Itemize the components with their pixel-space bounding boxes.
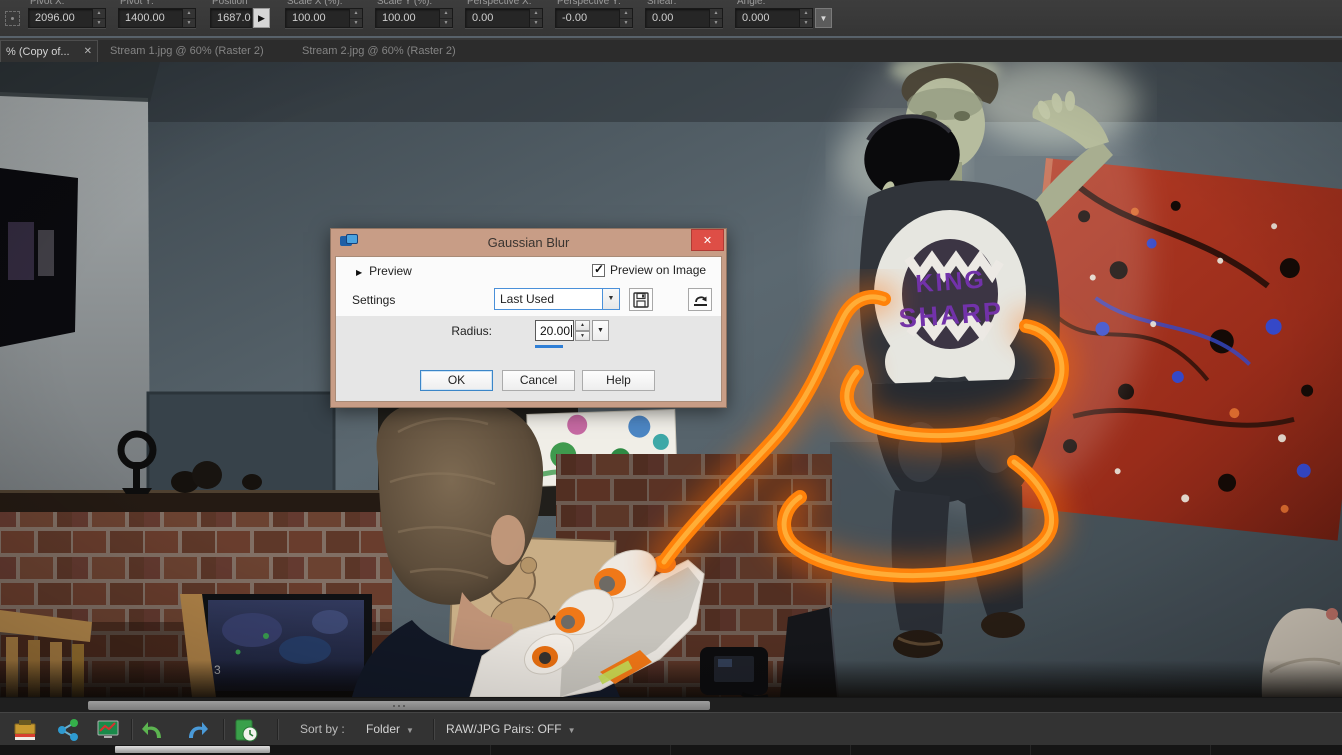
perspective-y-input[interactable]: -0.00 ▲▼ (555, 8, 633, 28)
print-layout-icon[interactable] (12, 717, 38, 743)
scale-x-input[interactable]: 100.00 ▲▼ (285, 8, 363, 28)
sort-by-label: Sort by : (300, 722, 345, 736)
sort-by-dropdown[interactable]: Folder▼ (366, 722, 414, 736)
tab-active-copy-of[interactable]: % (Copy of... ✕ (0, 40, 98, 62)
tab-close-icon[interactable]: ✕ (84, 46, 92, 57)
dialog-close-button[interactable]: ✕ (691, 229, 724, 251)
spinner-icon[interactable]: ▲▼ (709, 9, 722, 27)
chevron-down-icon: ▼ (568, 726, 576, 735)
pivot-y-input[interactable]: 1400.00 ▲▼ (118, 8, 196, 28)
position-field: Position 1687.0 ▶ (210, 0, 272, 38)
document-tabbar: % (Copy of... ✕ Stream 1.jpg @ 60% (Rast… (0, 40, 1342, 62)
perspective-x-field: Perspective X: 0.00 ▲▼ (465, 0, 543, 38)
radius-label: Radius: (416, 324, 492, 338)
spinner-icon[interactable]: ▲▼ (529, 9, 542, 27)
radius-slider-dropdown[interactable]: ▼ (592, 320, 609, 341)
raw-jpg-pairs-dropdown[interactable]: RAW/JPG Pairs: OFF▼ (446, 722, 575, 736)
status-scroll-thumb[interactable] (115, 746, 270, 753)
cancel-button[interactable]: Cancel (502, 370, 575, 391)
save-preset-button[interactable] (629, 288, 653, 311)
paintshop-app: Pivot X: 2096.00 ▲▼ Pivot Y: 1400.00 ▲▼ … (0, 0, 1342, 755)
perspective-y-field: Perspective Y: -0.00 ▲▼ (555, 0, 633, 38)
pivot-x-field: Pivot X: 2096.00 ▲▼ (28, 0, 106, 38)
scale-x-field: Scale X (%): 100.00 ▲▼ (285, 0, 363, 38)
ok-button[interactable]: OK (420, 370, 493, 391)
canvas-hscrollbar[interactable] (0, 697, 1342, 712)
dialog-title: Gaussian Blur (331, 235, 726, 250)
reset-icon (692, 292, 709, 308)
settings-label: Settings (352, 293, 395, 307)
reset-to-default-button[interactable] (688, 288, 712, 311)
shear-field: Shear: 0.00 ▲▼ (645, 0, 723, 38)
undo-icon[interactable] (140, 717, 166, 743)
pivot-y-field: Pivot Y: 1400.00 ▲▼ (118, 0, 196, 38)
chevron-down-icon: ▼ (406, 726, 414, 735)
history-icon[interactable] (233, 717, 259, 743)
spinner-icon[interactable]: ▲▼ (619, 9, 632, 27)
help-button[interactable]: Help (582, 370, 655, 391)
radius-input[interactable]: 20.00 (535, 320, 574, 341)
tab-stream-2[interactable]: Stream 2.jpg @ 60% (Raster 2) (302, 40, 456, 62)
gaussian-blur-dialog: Gaussian Blur ✕ ▶Preview ✓ Preview on Im… (330, 228, 727, 408)
hscrollbar-thumb[interactable] (88, 701, 710, 710)
transform-toolbar: Pivot X: 2096.00 ▲▼ Pivot Y: 1400.00 ▲▼ … (0, 0, 1342, 38)
spinner-icon[interactable]: ▲▼ (799, 9, 812, 27)
chevron-down-icon[interactable]: ▼ (602, 289, 619, 309)
dialog-body: ▶Preview ✓ Preview on Image Settings Las… (335, 256, 722, 402)
angle-input[interactable]: 0.000 ▲▼ (735, 8, 813, 28)
scale-y-field: Scale Y (%): 100.00 ▲▼ (375, 0, 453, 38)
tab-stream-1[interactable]: Stream 1.jpg @ 60% (Raster 2) (110, 40, 264, 62)
spinner-icon[interactable]: ▲▼ (439, 9, 452, 27)
position-flyout-button[interactable]: ▶ (253, 8, 270, 28)
angle-field: Angle: 0.000 ▲▼ ▼ (735, 0, 833, 38)
preview-expander[interactable]: ▶Preview (356, 264, 412, 278)
preview-on-image-checkbox[interactable]: ✓ Preview on Image (592, 263, 706, 277)
position-input[interactable]: 1687.0 (210, 8, 252, 28)
spinner-icon[interactable]: ▲▼ (92, 9, 105, 27)
spinner-icon[interactable]: ▲▼ (349, 9, 362, 27)
perspective-x-input[interactable]: 0.00 ▲▼ (465, 8, 543, 28)
save-icon (633, 292, 649, 308)
dialog-titlebar[interactable]: Gaussian Blur ✕ (331, 229, 726, 256)
pivot-x-input[interactable]: 2096.00 ▲▼ (28, 8, 106, 28)
radius-spinner[interactable]: ▲▼ (575, 320, 590, 341)
spinner-icon[interactable]: ▲▼ (182, 9, 195, 27)
pivot-icon (5, 11, 20, 26)
redo-icon[interactable] (184, 717, 210, 743)
slider-hint (535, 345, 563, 348)
scale-y-input[interactable]: 100.00 ▲▼ (375, 8, 453, 28)
status-strip (0, 745, 1342, 755)
shear-input[interactable]: 0.00 ▲▼ (645, 8, 723, 28)
settings-combobox[interactable]: Last Used ▼ (494, 288, 620, 310)
expander-icon: ▶ (356, 268, 362, 277)
checkbox-icon[interactable]: ✓ (592, 264, 605, 277)
screen-edit-icon[interactable] (95, 717, 121, 743)
share-icon[interactable] (55, 717, 81, 743)
angle-dropdown-button[interactable]: ▼ (815, 8, 832, 28)
organizer-toolbar: Sort by : Folder▼ RAW/JPG Pairs: OFF▼ (0, 712, 1342, 745)
